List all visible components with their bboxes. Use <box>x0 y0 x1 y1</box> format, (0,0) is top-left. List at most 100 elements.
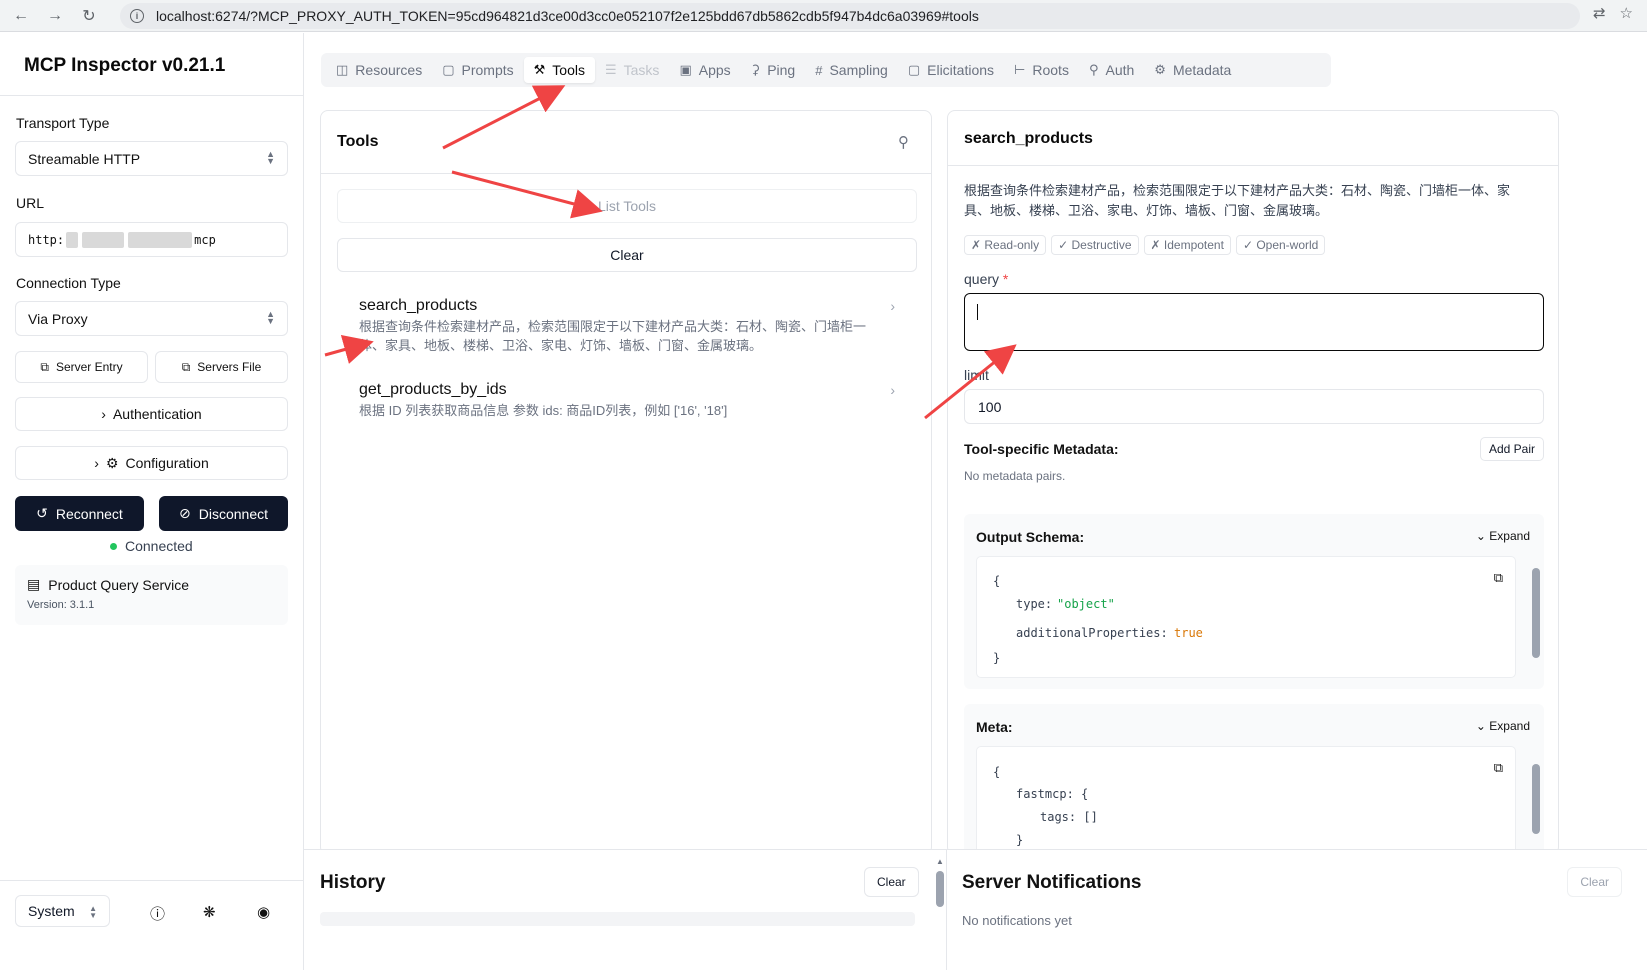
scrollbar-thumb[interactable] <box>1532 764 1540 834</box>
window-icon: ▣ <box>679 62 692 77</box>
code-key: fastmcp: { <box>1016 787 1089 801</box>
bug-icon[interactable]: ❋ <box>203 903 216 921</box>
reconnect-button[interactable]: ↺ Reconnect <box>15 496 144 531</box>
search-icon[interactable]: ⚲ <box>898 133 909 151</box>
scrollbar-thumb[interactable] <box>936 871 944 907</box>
tab-label: Tasks <box>623 62 660 78</box>
authentication-toggle[interactable]: › Authentication <box>15 397 288 431</box>
badge-destructive: ✓ Destructive <box>1051 235 1139 255</box>
chevron-right-icon: › <box>94 455 99 471</box>
tool-item-get-products-by-ids[interactable]: get_products_by_ids 根据 ID 列表获取商品信息 参数 id… <box>359 381 879 420</box>
badge-read-only: ✗ Read-only <box>964 235 1047 255</box>
translate-icon[interactable]: ⇄ <box>1593 4 1606 22</box>
tool-metadata-title: Tool-specific Metadata: <box>964 441 1119 457</box>
code-scrollbar[interactable] <box>1532 746 1540 854</box>
query-textarea[interactable] <box>964 293 1544 351</box>
history-row[interactable] <box>320 912 915 926</box>
meta-expand-button[interactable]: ⌄ Expand <box>1476 719 1530 733</box>
chevron-right-icon[interactable]: › <box>890 382 895 398</box>
scrollbar-thumb[interactable] <box>1532 568 1540 658</box>
url-input[interactable]: http: mcp <box>15 222 288 257</box>
hash-icon: # <box>815 62 823 78</box>
folder-tree-icon: ⊢ <box>1014 62 1026 77</box>
code-key: type: <box>1016 597 1053 611</box>
tab-label: Tools <box>552 62 585 78</box>
notifications-empty-text: No notifications yet <box>962 913 1072 928</box>
tab-tools[interactable]: ⚒ Tools <box>523 57 595 83</box>
tool-description: 根据 ID 列表获取商品信息 参数 ids: 商品ID列表，例如 ['16', … <box>359 403 728 418</box>
output-schema-code: { type: "object" additionalProperties: t… <box>976 556 1516 678</box>
address-bar[interactable]: i localhost:6274/?MCP_PROXY_AUTH_TOKEN=9… <box>120 3 1580 29</box>
history-clear-button[interactable]: Clear <box>864 867 919 897</box>
status-text: Connected <box>125 538 193 554</box>
notifications-title: Server Notifications <box>962 872 1142 893</box>
bottom-panels: History Clear ▲ Server Notifications Cle… <box>304 849 1647 970</box>
tab-label: Prompts <box>461 62 514 78</box>
tool-detail-title: search_products <box>964 130 1093 147</box>
required-mark: * <box>1002 271 1009 287</box>
tab-ping[interactable]: ⚳ Ping <box>741 57 806 83</box>
url-prefix: http: <box>28 232 65 247</box>
connection-type-select[interactable]: Via Proxy ▲ ▼ <box>15 301 288 336</box>
code-scrollbar[interactable] <box>1532 556 1540 678</box>
list-tools-button[interactable]: List Tools <box>337 189 917 223</box>
tool-item-search-products[interactable]: search_products 根据查询条件检索建材产品，检索范围限定于以下建材… <box>359 297 879 355</box>
reload-icon[interactable]: ↻ <box>74 1 104 31</box>
server-info-card: ▤ Product Query Service Version: 3.1.1 <box>15 565 288 625</box>
configuration-toggle[interactable]: › ⚙ Configuration <box>15 446 288 480</box>
connection-type-value: Via Proxy <box>28 310 88 327</box>
github-icon[interactable]: ◉ <box>257 903 270 921</box>
expand-label: Expand <box>1489 529 1530 543</box>
transport-type-label: Transport Type <box>16 115 110 131</box>
chevron-down-icon: ⌄ <box>1475 529 1486 543</box>
redacted-block <box>128 231 193 248</box>
server-entry-button[interactable]: ⧉ Server Entry <box>15 351 148 383</box>
list-icon: ☰ <box>604 62 617 77</box>
tool-description: 根据查询条件检索建材产品，检索范围限定于以下建材产品大类：石材、陶瓷、门墙柜一体… <box>359 319 867 353</box>
theme-value: System <box>28 903 75 919</box>
configuration-label: Configuration <box>125 455 209 471</box>
copy-icon[interactable]: ⧉ <box>1494 571 1503 586</box>
app-title: MCP Inspector v0.21.1 <box>24 55 226 76</box>
tab-metadata[interactable]: ⚙ Metadata <box>1144 57 1241 83</box>
tab-auth[interactable]: ⚲ Auth <box>1079 57 1144 83</box>
add-pair-button[interactable]: Add Pair <box>1479 437 1544 461</box>
sidebar: MCP Inspector v0.21.1 Transport Type Str… <box>0 33 304 970</box>
url-suffix: mcp <box>194 232 216 247</box>
select-chevron-icon: ▲ ▼ <box>266 149 275 166</box>
notifications-clear-button[interactable]: Clear <box>1567 867 1622 897</box>
history-scrollbar[interactable]: ▲ <box>936 857 944 917</box>
query-label-text: query <box>964 271 1000 287</box>
help-icon[interactable]: ⓘ <box>150 903 165 924</box>
scroll-up-icon[interactable]: ▲ <box>936 857 944 866</box>
select-chevron-icon: ▲ ▼ <box>266 309 275 326</box>
tab-resources[interactable]: ◫ Resources <box>326 57 432 83</box>
bookmark-star-icon[interactable]: ☆ <box>1620 4 1633 22</box>
output-schema-title: Output Schema: <box>976 529 1085 545</box>
site-info-icon[interactable]: i <box>130 9 144 23</box>
clear-tools-button[interactable]: Clear <box>337 238 917 272</box>
status-dot <box>110 542 117 550</box>
tab-apps[interactable]: ▣ Apps <box>669 57 740 83</box>
back-icon[interactable]: ← <box>6 1 36 31</box>
forward-icon[interactable]: → <box>40 1 70 31</box>
chevron-right-icon[interactable]: › <box>890 298 895 314</box>
output-schema-expand-button[interactable]: ⌄ Expand <box>1476 529 1530 543</box>
tool-name: get_products_by_ids <box>359 381 507 398</box>
disconnect-button[interactable]: ⊘ Disconnect <box>159 496 288 531</box>
panel-divider <box>948 165 1558 166</box>
expand-label: Expand <box>1489 719 1530 733</box>
transport-type-select[interactable]: Streamable HTTP ▲ ▼ <box>15 141 288 176</box>
servers-file-button[interactable]: ⧉ Servers File <box>155 351 288 383</box>
tab-prompts[interactable]: ▢ Prompts <box>432 57 523 83</box>
tab-elicitations[interactable]: ▢ Elicitations <box>898 57 1004 83</box>
tab-roots[interactable]: ⊢ Roots <box>1004 57 1079 83</box>
copy-icon[interactable]: ⧉ <box>1494 761 1503 776</box>
tab-sampling[interactable]: # Sampling <box>805 57 898 83</box>
limit-input[interactable]: 100 <box>964 389 1544 424</box>
message-icon: ▢ <box>442 62 455 77</box>
browser-toolbar: ← → ↻ i localhost:6274/?MCP_PROXY_AUTH_T… <box>0 0 1647 32</box>
theme-select[interactable]: System ▲ ▼ <box>15 895 110 927</box>
redacted-block <box>82 231 125 248</box>
tab-tasks: ☰ Tasks <box>595 57 669 83</box>
